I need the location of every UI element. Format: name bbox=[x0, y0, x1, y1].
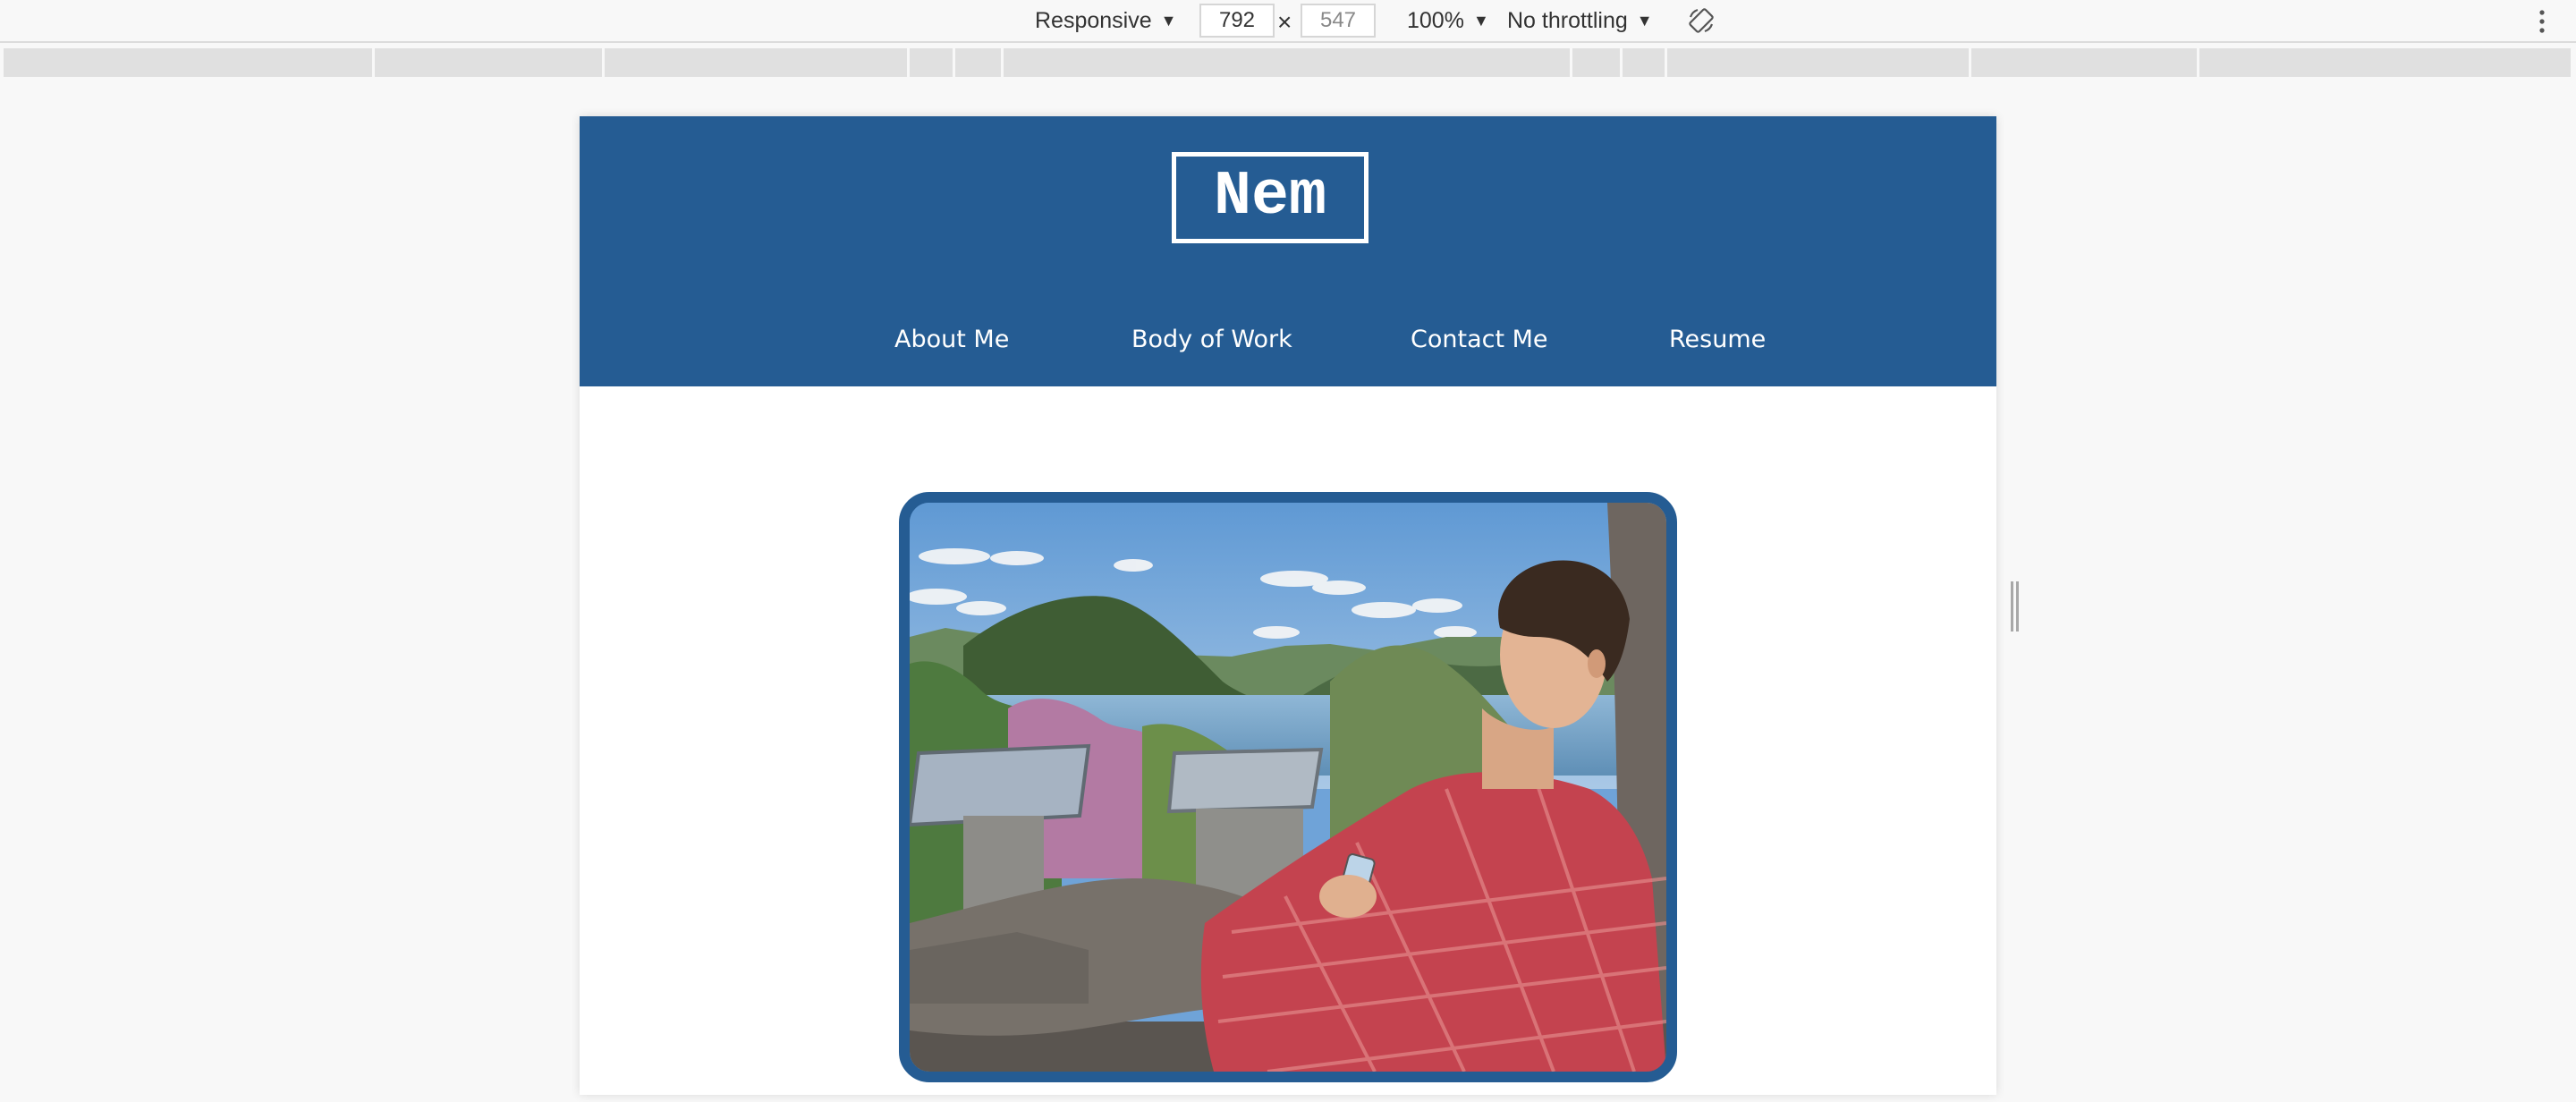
nav-link-resume[interactable]: Resume bbox=[1669, 322, 1766, 358]
zoom-label: 100% bbox=[1407, 8, 1464, 33]
height-input[interactable] bbox=[1301, 4, 1376, 38]
media-query-segment[interactable] bbox=[1667, 48, 1971, 77]
emulated-viewport: Nem About Me Body of Work Contact Me Res… bbox=[580, 116, 1996, 1095]
site-header: Nem About Me Body of Work Contact Me Res… bbox=[580, 116, 1996, 386]
media-query-segment[interactable] bbox=[605, 48, 910, 77]
dimension-separator: × bbox=[1277, 8, 1292, 36]
media-query-segment[interactable] bbox=[1971, 48, 2199, 77]
media-query-segment[interactable] bbox=[910, 48, 955, 77]
media-query-segment[interactable] bbox=[1623, 48, 1667, 77]
main-nav: About Me Body of Work Contact Me Resume bbox=[580, 322, 1996, 358]
nav-link-body-of-work[interactable]: Body of Work bbox=[1131, 322, 1292, 358]
site-logo[interactable]: Nem bbox=[1172, 152, 1368, 243]
caret-down-icon: ▼ bbox=[1160, 12, 1177, 30]
device-toolbar: Responsive ▼ × 100% ▼ No throttling ▼ bbox=[0, 0, 2576, 43]
throttling-label: No throttling bbox=[1507, 8, 1628, 33]
media-query-segment[interactable] bbox=[375, 48, 605, 77]
media-query-segment[interactable] bbox=[4, 48, 375, 77]
rotate-icon[interactable] bbox=[1687, 6, 1716, 35]
caret-down-icon: ▼ bbox=[1472, 12, 1489, 30]
kebab-menu-icon[interactable] bbox=[2535, 7, 2549, 36]
width-input[interactable] bbox=[1199, 4, 1275, 38]
device-mode-label: Responsive bbox=[1035, 8, 1152, 33]
device-mode-select[interactable]: Responsive ▼ bbox=[1035, 0, 1176, 41]
caret-down-icon: ▼ bbox=[1636, 12, 1653, 30]
nav-link-about-me[interactable]: About Me bbox=[894, 322, 1009, 358]
viewport-resize-handle[interactable] bbox=[2011, 581, 2020, 632]
media-query-bar bbox=[0, 48, 2576, 77]
throttling-select[interactable]: No throttling ▼ bbox=[1507, 0, 1653, 41]
media-query-segment[interactable] bbox=[1004, 48, 1572, 77]
profile-photo bbox=[899, 492, 1677, 1082]
media-query-segment[interactable] bbox=[955, 48, 1004, 77]
media-query-segment[interactable] bbox=[2199, 48, 2573, 77]
zoom-select[interactable]: 100% ▼ bbox=[1407, 0, 1489, 41]
nav-link-contact-me[interactable]: Contact Me bbox=[1411, 322, 1548, 358]
profile-photo-image bbox=[910, 503, 1666, 1072]
media-query-segment[interactable] bbox=[1572, 48, 1623, 77]
